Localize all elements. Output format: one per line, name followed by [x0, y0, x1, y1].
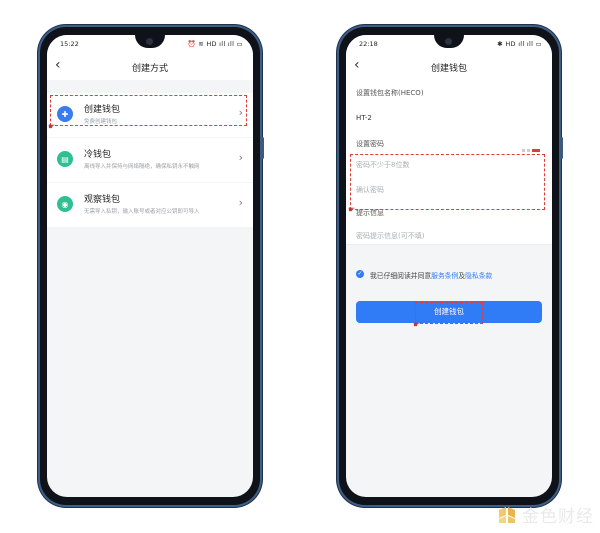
status-time: 22:18 — [359, 40, 378, 48]
volume-button — [261, 137, 264, 159]
page-title: 创建钱包 — [430, 64, 467, 74]
watermark: 金色财经 — [497, 502, 594, 527]
option-title: 创建钱包 — [84, 105, 121, 115]
confirm-password-row[interactable]: 确认密码 — [346, 177, 552, 203]
terms-link[interactable]: 服务条例 — [431, 272, 458, 280]
wallet-name-row: 设置钱包名称(HECO) HT-2 — [346, 80, 552, 135]
password-input-row[interactable]: 密码不少于8位数 — [346, 152, 552, 178]
status-icons: ⏰ ≋ HD ıll ıll ▭ — [187, 40, 243, 48]
left-screen: 15:22 ⏰ ≋ HD ıll ıll ▭ ‹ 创建方式 ✚ 创建钱包 免费创… — [47, 35, 253, 497]
password-label-row: 设置密码 — [346, 134, 552, 152]
chevron-right-icon: › — [238, 106, 243, 119]
nav-bar: ‹ 创建方式 — [47, 52, 253, 80]
wallet-name-input[interactable]: HT-2 — [356, 114, 372, 122]
confirm-password-input[interactable]: 确认密码 — [356, 185, 384, 195]
option-create-wallet[interactable]: ✚ 创建钱包 免费创建钱包 › — [47, 93, 253, 137]
right-screen: 22:18 ✱ HD ıll ıll ▭ ‹ 创建钱包 设置钱包名称(HECO)… — [346, 35, 552, 497]
wallet-name-label: 设置钱包名称(HECO) — [356, 89, 424, 97]
volume-button — [560, 137, 563, 159]
chevron-right-icon: › — [238, 151, 243, 164]
option-title: 观察钱包 — [84, 195, 121, 205]
password-input[interactable]: 密码不少于8位数 — [356, 160, 409, 170]
hint-row: 提示信息 密码提示信息(可不填) — [346, 202, 552, 245]
agree-prefix: 我已仔细阅读并同意 — [370, 272, 432, 280]
page-title: 创建方式 — [131, 64, 168, 74]
nav-bar: ‹ 创建钱包 — [346, 52, 552, 80]
pointer-hand-icon: ☛ — [348, 205, 356, 214]
watermark-text: 金色财经 — [522, 507, 594, 527]
watermark-logo-icon — [497, 506, 517, 524]
pointer-hand-icon: ☛ — [413, 320, 421, 329]
hint-label: 提示信息 — [356, 209, 384, 217]
eye-icon: ◉ — [57, 196, 73, 212]
wallet-plus-icon: ✚ — [57, 106, 73, 122]
option-subtitle: 无需导入私钥，输入账号或者对应公钥即可导入 — [84, 209, 200, 215]
chevron-right-icon: › — [238, 196, 243, 209]
status-time: 15:22 — [60, 40, 79, 48]
option-subtitle: 免费创建钱包 — [84, 119, 118, 125]
option-watch-wallet[interactable]: ◉ 观察钱包 无需导入私钥，输入账号或者对应公钥即可导入 › — [47, 183, 253, 227]
privacy-link[interactable]: 隐私条款 — [465, 272, 492, 280]
create-wallet-button[interactable]: 创建钱包 — [356, 301, 542, 323]
pointer-hand-icon: ☛ — [48, 122, 56, 131]
status-icons: ✱ HD ıll ıll ▭ — [497, 40, 542, 48]
agree-text: 我已仔细阅读并同意服务条例及隐私条款 — [370, 270, 492, 280]
option-title: 冷钱包 — [84, 150, 112, 160]
cold-wallet-icon: ▤ — [57, 151, 73, 167]
password-label: 设置密码 — [356, 140, 384, 148]
hint-input[interactable]: 密码提示信息(可不填) — [356, 231, 424, 241]
right-phone: 22:18 ✱ HD ıll ıll ▭ ‹ 创建钱包 设置钱包名称(HECO)… — [339, 27, 563, 505]
left-phone: 15:22 ⏰ ≋ HD ıll ıll ▭ ‹ 创建方式 ✚ 创建钱包 免费创… — [40, 27, 264, 505]
option-cold-wallet[interactable]: ▤ 冷钱包 离线导入并保持与网络隔绝，确保私钥永不触网 › — [47, 138, 253, 182]
agree-checkbox[interactable]: ✓ — [356, 270, 364, 278]
option-subtitle: 离线导入并保持与网络隔绝，确保私钥永不触网 — [84, 164, 200, 170]
